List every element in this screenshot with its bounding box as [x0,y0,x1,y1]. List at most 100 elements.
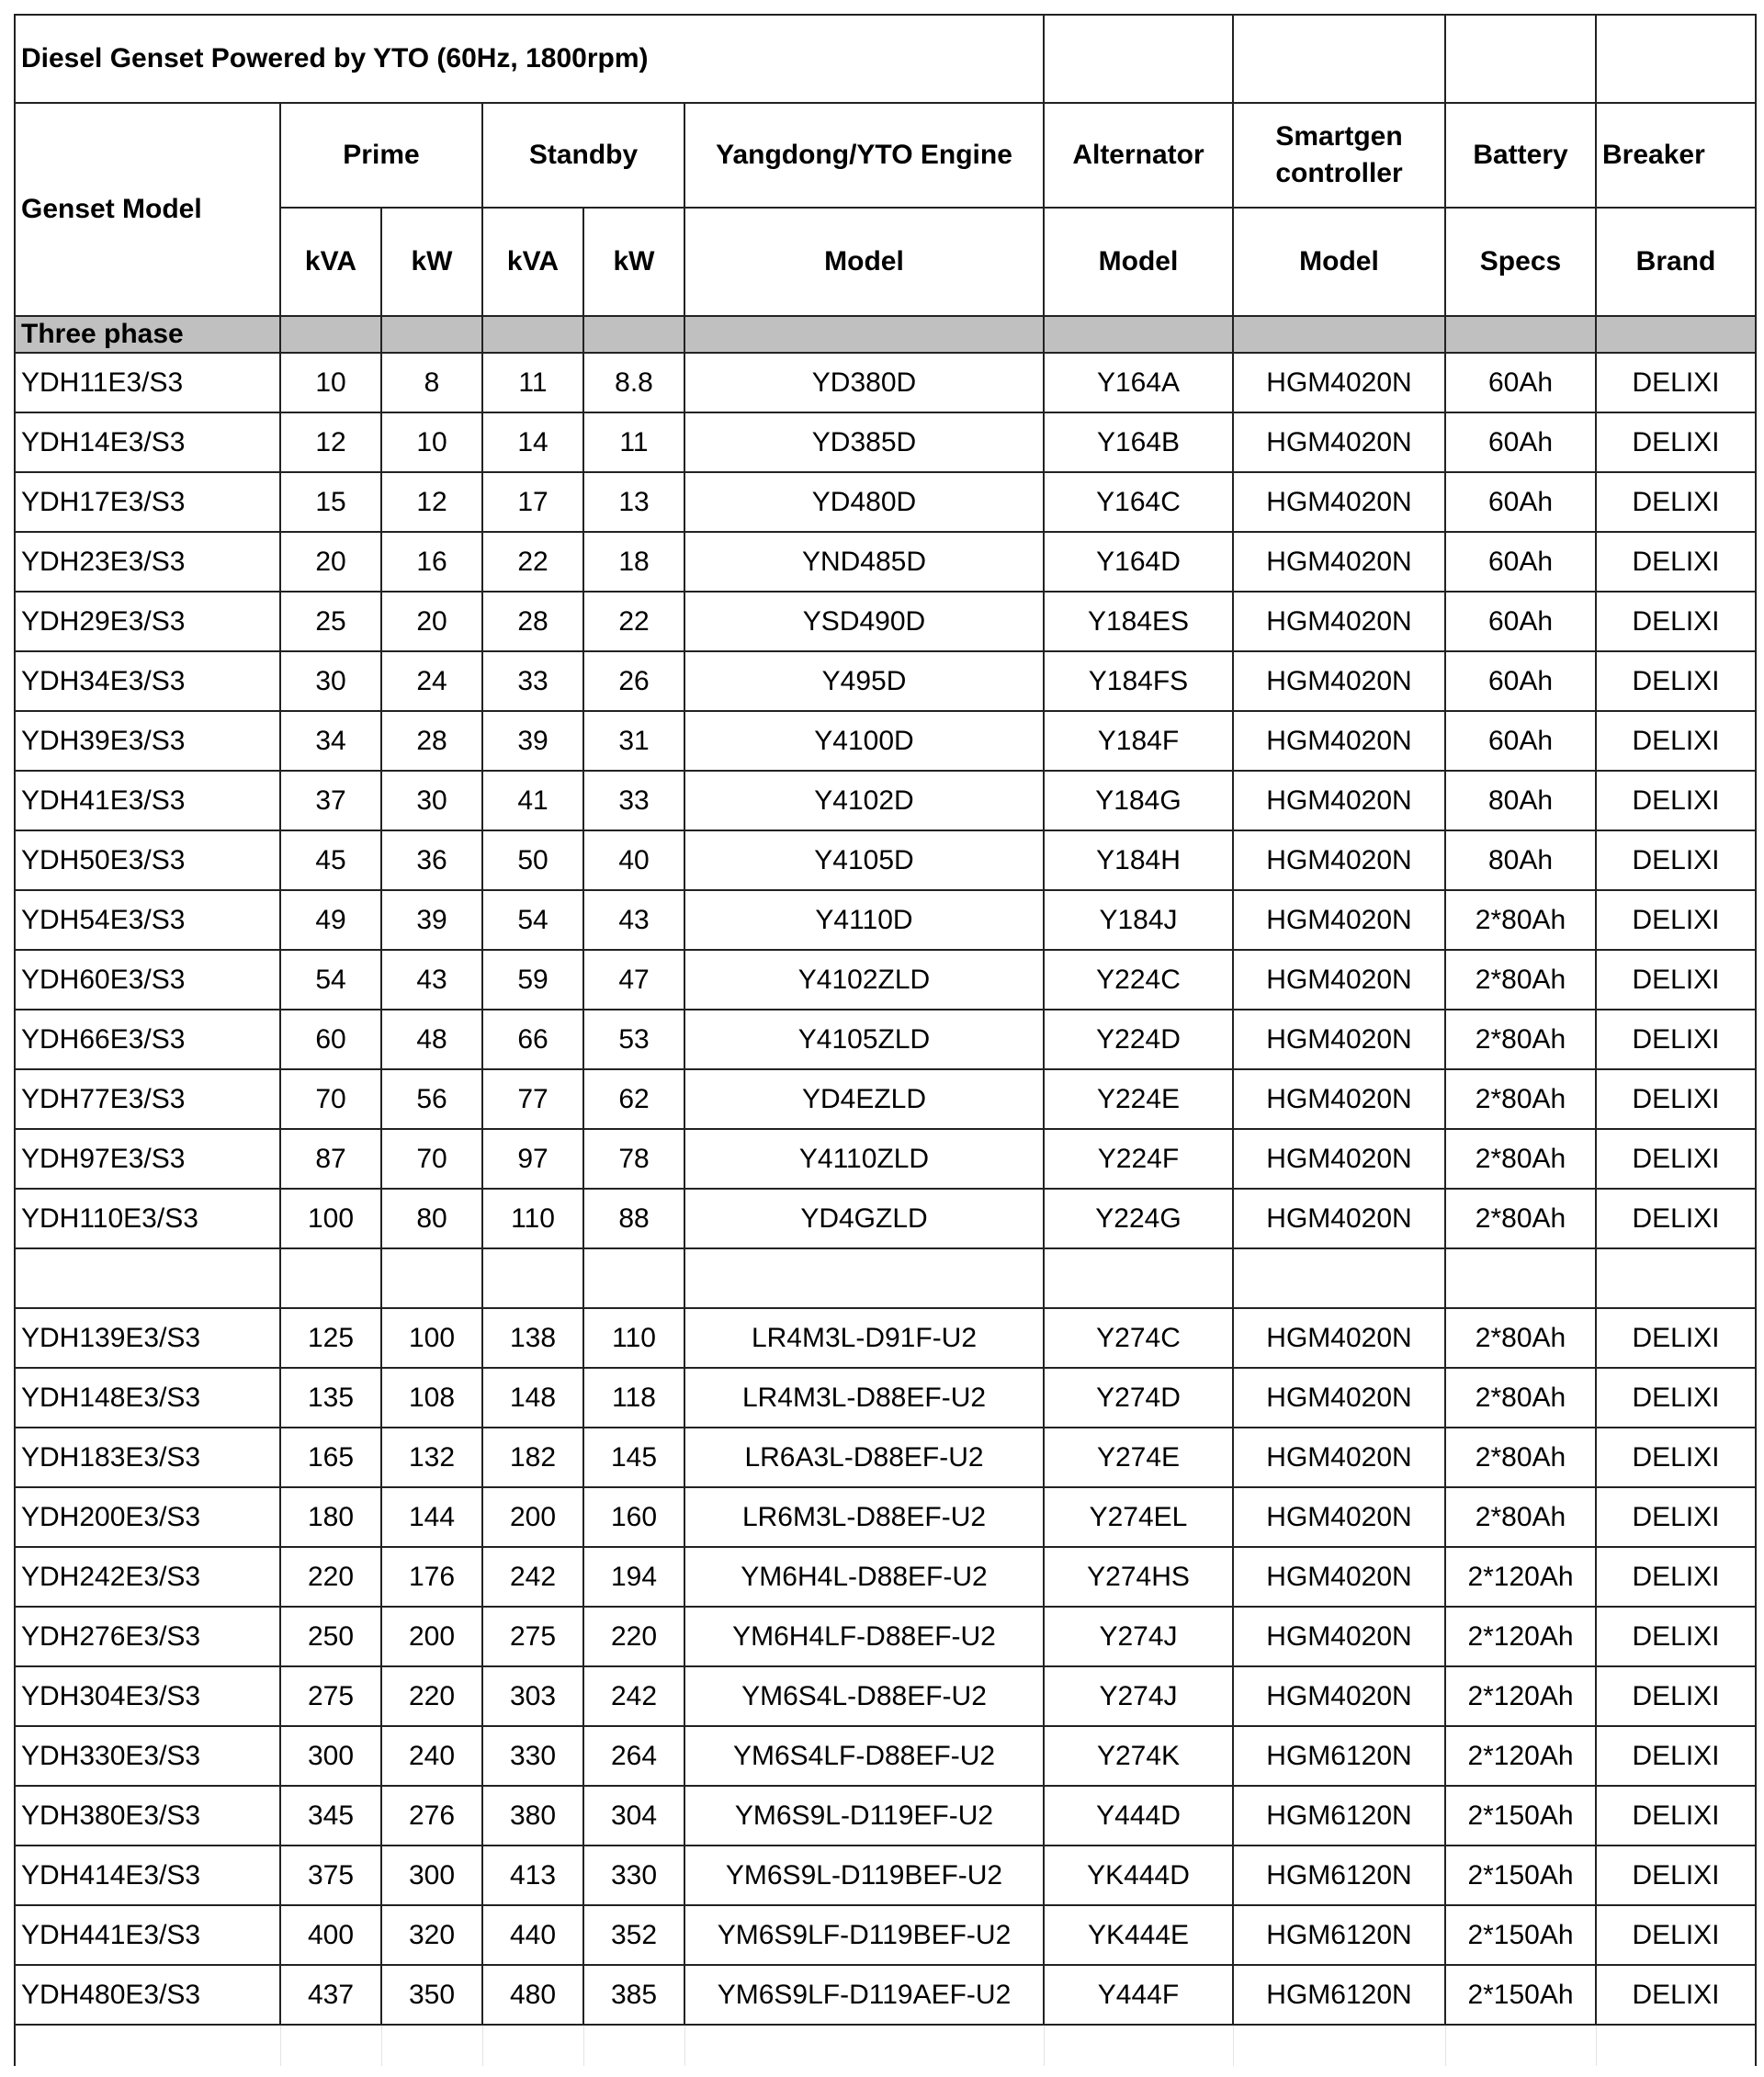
standby-kva-cell: 110 [481,1188,584,1249]
controller-model-cell: HGM4020N [1232,591,1446,652]
breaker-brand-cell: DELIXI [1595,1546,1757,1608]
alternator-model-cell: Y224G [1043,1188,1234,1249]
battery-specs-cell: 60Ah [1444,650,1597,712]
prime-kva-cell: 34 [279,710,382,772]
controller-model-cell: HGM4020N [1232,710,1446,772]
controller-model-cell: HGM4020N [1232,949,1446,1010]
controller-model-cell: HGM4020N [1232,889,1446,951]
engine-model-cell: YD380D [684,352,1045,413]
engine-model-cell: Y4105D [684,830,1045,891]
alternator-model-cell: Y224F [1043,1128,1234,1190]
alternator-model-cell: Y164D [1043,531,1234,593]
standby-kw-cell: 62 [582,1068,685,1130]
standby-kw-cell: 53 [582,1009,685,1070]
prime-kw-cell: 8 [380,352,483,413]
header-alternator-model: Model [1043,207,1234,317]
table-title: Diesel Genset Powered by YTO (60Hz, 1800… [14,14,1045,104]
prime-kw-cell: 70 [380,1128,483,1190]
engine-model-cell: Y4100D [684,710,1045,772]
prime-kw-cell: 200 [380,1606,483,1667]
controller-model-cell: HGM4020N [1232,1128,1446,1190]
prime-kw-cell: 220 [380,1665,483,1727]
engine-model-cell: YM6S9LF-D119BEF-U2 [684,1904,1045,1966]
alternator-model-cell: Y184H [1043,830,1234,891]
header-row-1: Genset Model Prime Standby Yangdong/YTO … [14,102,1757,317]
genset-model-cell: YDH200E3/S3 [14,1486,281,1548]
genset-model-cell: YDH330E3/S3 [14,1725,281,1787]
standby-kva-cell: 413 [481,1845,584,1906]
breaker-brand-cell: DELIXI [1595,710,1757,772]
genset-model-cell: YDH304E3/S3 [14,1665,281,1727]
table-row: YDH380E3/S3 345 276 380 304 YM6S9L-D119EF-U2 Y… [14,1785,1757,1846]
empty-cell [582,1247,685,1309]
alternator-model-cell: Y224E [1043,1068,1234,1130]
standby-kva-cell: 66 [481,1009,584,1070]
header-prime-kw: kW [380,207,483,317]
prime-kva-cell: 300 [279,1725,382,1787]
header-breaker: Breaker [1595,102,1757,209]
table-row: YDH139E3/S3 125 100 138 110 LR4M3L-D91F-U2 Y27… [14,1307,1757,1369]
breaker-brand-cell: DELIXI [1595,949,1757,1010]
alternator-model-cell: Y224C [1043,949,1234,1010]
engine-model-cell: YD385D [684,412,1045,473]
prime-kva-cell: 30 [279,650,382,712]
table-row: YDH11E3/S3 10 8 11 8.8 YD380D Y164A HGM4020N 60A… [14,352,1757,413]
engine-model-cell: YM6S9LF-D119AEF-U2 [684,1964,1045,2026]
breaker-brand-cell: DELIXI [1595,1068,1757,1130]
prime-kw-cell: 144 [380,1486,483,1548]
prime-kva-cell: 165 [279,1427,382,1488]
empty-cell [14,2024,281,2066]
engine-model-cell: YND485D [684,531,1045,593]
standby-kw-cell: 385 [582,1964,685,2026]
prime-kva-cell: 49 [279,889,382,951]
alternator-model-cell: Y274J [1043,1606,1234,1667]
standby-kva-cell: 77 [481,1068,584,1130]
prime-kva-cell: 275 [279,1665,382,1727]
table-row: YDH66E3/S3 60 48 66 53 Y4105ZLD Y224D HGM4020N 2… [14,1009,1757,1070]
battery-specs-cell: 60Ah [1444,412,1597,473]
standby-kw-cell: 31 [582,710,685,772]
engine-model-cell: LR6M3L-D88EF-U2 [684,1486,1045,1548]
table-row: YDH41E3/S3 37 30 41 33 Y4102D Y184G HGM4020N 80A… [14,770,1757,831]
battery-specs-cell: 2*80Ah [1444,1068,1597,1130]
prime-kw-cell: 300 [380,1845,483,1906]
table-row: YDH183E3/S3 165 132 182 145 LR6A3L-D88EF-U2 Y2… [14,1427,1757,1488]
alternator-model-cell: Y164C [1043,471,1234,533]
table-row: YDH50E3/S3 45 36 50 40 Y4105D Y184H HGM4020N 80A… [14,830,1757,891]
controller-model-cell: HGM4020N [1232,352,1446,413]
standby-kva-cell: 17 [481,471,584,533]
prime-kw-cell: 39 [380,889,483,951]
table-row: YDH276E3/S3 250 200 275 220 YM6H4LF-D88EF-U2 Y… [14,1606,1757,1667]
table-row: YDH480E3/S3 437 350 480 385 YM6S9LF-D119AEF-U… [14,1964,1757,2026]
prime-kva-cell: 400 [279,1904,382,1966]
genset-model-cell: YDH110E3/S3 [14,1188,281,1249]
alternator-model-cell: YK444D [1043,1845,1234,1906]
table-row: YDH242E3/S3 220 176 242 194 YM6H4L-D88EF-U2 Y2… [14,1546,1757,1608]
breaker-brand-cell: DELIXI [1595,770,1757,831]
standby-kw-cell: 145 [582,1427,685,1488]
breaker-brand-cell: DELIXI [1595,412,1757,473]
engine-model-cell: Y4110D [684,889,1045,951]
table-row: YDH14E3/S3 12 10 14 11 YD385D Y164B HGM4020N 60A… [14,412,1757,473]
empty-cell [1043,2024,1234,2066]
genset-model-cell: YDH139E3/S3 [14,1307,281,1369]
alternator-model-cell: Y274C [1043,1307,1234,1369]
breaker-brand-cell: DELIXI [1595,1964,1757,2026]
engine-model-cell: LR6A3L-D88EF-U2 [684,1427,1045,1488]
engine-model-cell: Y495D [684,650,1045,712]
prime-kw-cell: 36 [380,830,483,891]
controller-model-cell: HGM6120N [1232,1785,1446,1846]
empty-cell [1232,1247,1446,1309]
breaker-brand-cell: DELIXI [1595,650,1757,712]
standby-kw-cell: 8.8 [582,352,685,413]
prime-kw-cell: 10 [380,412,483,473]
header-prime: Prime [279,102,483,209]
title-blank-cell [1595,14,1757,104]
standby-kw-cell: 242 [582,1665,685,1727]
prime-kw-cell: 16 [380,531,483,593]
section-label: Three phase [14,315,281,354]
controller-model-cell: HGM4020N [1232,1427,1446,1488]
controller-model-cell: HGM6120N [1232,1904,1446,1966]
table-row: YDH441E3/S3 400 320 440 352 YM6S9LF-D119BEF-U… [14,1904,1757,1966]
prime-kva-cell: 250 [279,1606,382,1667]
